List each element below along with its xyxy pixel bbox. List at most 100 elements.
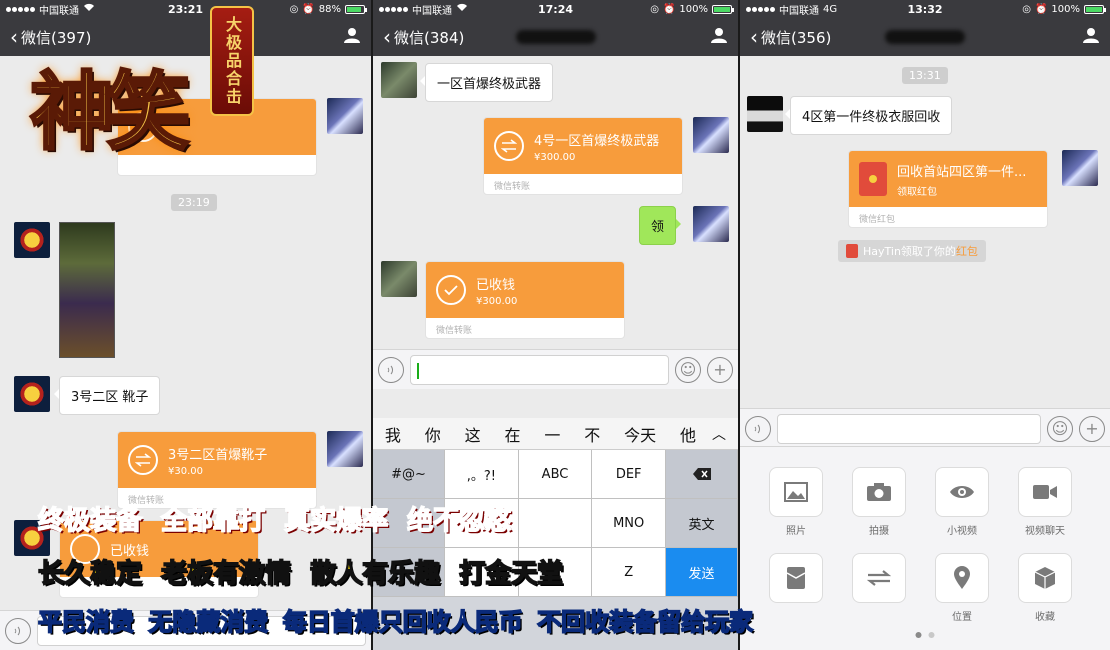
transfer-icon — [494, 131, 524, 161]
candidate-word[interactable]: 今天 — [624, 422, 656, 446]
red-packet-message[interactable]: 回收首站四区第一件... 领取红包 微信红包 — [848, 150, 1048, 228]
lock-rotation-icon: ◎ — [1022, 3, 1031, 15]
transfer-footer: 微信转账 — [494, 182, 531, 192]
red-packet-title: 回收首站四区第一件... — [897, 164, 1027, 180]
message-input[interactable] — [410, 354, 669, 385]
transfer-title: 已收钱 — [476, 277, 516, 293]
profile-icon[interactable] — [343, 26, 361, 48]
key-punctuation[interactable]: ,。?! — [445, 450, 519, 499]
profile-icon[interactable] — [710, 26, 728, 48]
notice-text: HayTin领取了你的 — [863, 245, 956, 258]
status-bar: 中国联通 4G 13:32 ◎ ⏰ 100% — [740, 0, 1110, 18]
avatar[interactable] — [1062, 150, 1098, 186]
emoji-icon[interactable]: ☺ — [1047, 415, 1073, 442]
signal-icon — [746, 6, 775, 12]
red-packet-sub: 领取红包 — [897, 186, 937, 198]
voice-icon[interactable] — [745, 415, 771, 442]
avatar[interactable] — [14, 376, 50, 412]
network-type: 4G — [823, 3, 838, 15]
chevron-up-icon[interactable]: ︿ — [712, 424, 726, 444]
avatar[interactable] — [381, 62, 417, 98]
transfer-icon — [128, 445, 158, 475]
promo-line-3: 平民消费 无隐藏消费 每日首爆只回收人民币 不回收装备留给玩家 — [37, 607, 754, 637]
red-packet-footer: 微信红包 — [859, 215, 896, 225]
lock-rotation-icon: ◎ — [650, 3, 659, 15]
candidate-word[interactable]: 我 — [385, 422, 401, 446]
back-button[interactable]: ‹ 微信(356) — [750, 27, 831, 48]
carrier-label: 中国联通 — [779, 5, 819, 17]
transfer-amount: ¥300.00 — [476, 295, 518, 307]
redacted-title — [885, 30, 965, 44]
notice-link[interactable]: 红包 — [956, 243, 978, 259]
candidate-word[interactable]: 他 — [680, 422, 696, 446]
transfer-title: 4号一区首爆终极武器 — [534, 133, 660, 149]
chevron-left-icon: ‹ — [383, 25, 391, 49]
candidate-bar: 我 你 这 在 一 不 今天 他 ︿ — [373, 418, 738, 450]
message-input[interactable] — [777, 413, 1041, 444]
promo-line-2: 长久稳定 老板有激情 散人有乐趣 打金天堂 — [37, 558, 564, 590]
timestamp: 13:31 — [902, 67, 948, 84]
red-packet-icon — [859, 162, 887, 196]
wifi-icon — [456, 3, 468, 15]
game-logo: 神笑 大极品合击 — [20, 0, 270, 190]
avatar[interactable] — [693, 117, 729, 153]
red-packet-icon — [846, 244, 858, 258]
battery-icon — [712, 4, 734, 14]
profile-icon[interactable] — [1082, 26, 1100, 48]
battery-icon — [1084, 4, 1106, 14]
signal-icon — [379, 6, 408, 12]
transfer-footer: 微信转账 — [436, 326, 473, 336]
candidate-word[interactable]: 在 — [505, 422, 521, 446]
transfer-amount: ¥300.00 — [534, 151, 576, 163]
transfer-message-received[interactable]: 已收钱 ¥300.00 微信转账 — [425, 261, 625, 339]
text-message[interactable]: 3号二区 靴子 — [53, 376, 161, 415]
avatar[interactable] — [14, 222, 50, 258]
back-button[interactable]: ‹ 微信(384) — [383, 27, 464, 48]
chat-nav-bar: ‹ 微信(384) — [373, 18, 738, 56]
input-bar: ☺ + — [373, 349, 738, 389]
backspace-icon[interactable] — [666, 450, 738, 499]
system-notice: HayTin领取了你的 红包 — [838, 240, 986, 262]
avatar[interactable] — [327, 98, 363, 134]
key-symbols[interactable]: #@~ — [373, 450, 445, 499]
avatar[interactable] — [327, 431, 363, 467]
alarm-icon: ⏰ — [662, 3, 676, 15]
alarm-icon: ⏰ — [1034, 3, 1048, 15]
candidate-word[interactable]: 一 — [544, 422, 560, 446]
avatar[interactable] — [747, 96, 783, 132]
transfer-title: 3号二区首爆靴子 — [168, 447, 268, 463]
logo-title: 神笑 — [28, 61, 191, 163]
candidate-word[interactable]: 你 — [425, 422, 441, 446]
plus-icon[interactable]: + — [707, 356, 733, 383]
voice-icon[interactable] — [378, 356, 404, 383]
timestamp: 23:19 — [171, 194, 217, 211]
battery-percent: 100% — [1051, 3, 1080, 15]
alarm-icon: ⏰ — [302, 3, 315, 15]
chevron-left-icon: ‹ — [10, 25, 18, 49]
candidate-word[interactable]: 这 — [465, 422, 481, 446]
transfer-amount: ¥30.00 — [168, 465, 203, 477]
key-def[interactable]: DEF — [592, 450, 667, 499]
input-bar: ☺ + — [740, 408, 1110, 448]
lock-rotation-icon: ◎ — [289, 3, 299, 15]
logo-badge: 大极品合击 — [210, 6, 254, 116]
avatar[interactable] — [693, 206, 729, 242]
plus-icon[interactable]: + — [1079, 415, 1105, 442]
image-message[interactable] — [59, 222, 115, 358]
transfer-message[interactable]: 3号二区首爆靴子 ¥30.00 微信转账 — [117, 431, 317, 509]
battery-percent: 88% — [318, 3, 341, 15]
chevron-left-icon: ‹ — [750, 25, 758, 49]
text-message[interactable]: 4区第一件终极衣服回收 — [784, 96, 953, 135]
back-label: 微信(384) — [394, 28, 465, 47]
transfer-message[interactable]: 4号一区首爆终极武器 ¥300.00 微信转账 — [483, 117, 683, 195]
promo-line-1: 终极装备 全部靠打 真实爆率 绝不忽悠 — [37, 505, 512, 537]
emoji-icon[interactable]: ☺ — [675, 356, 701, 383]
battery-percent: 100% — [679, 3, 708, 15]
key-abc[interactable]: ABC — [518, 450, 593, 499]
candidate-word[interactable]: 不 — [584, 422, 600, 446]
voice-icon[interactable] — [5, 617, 31, 644]
avatar[interactable] — [381, 261, 417, 297]
text-message[interactable]: 一区首爆终极武器 — [419, 63, 554, 102]
text-message-sent[interactable]: 领 — [639, 206, 682, 245]
text-caret — [417, 362, 419, 379]
